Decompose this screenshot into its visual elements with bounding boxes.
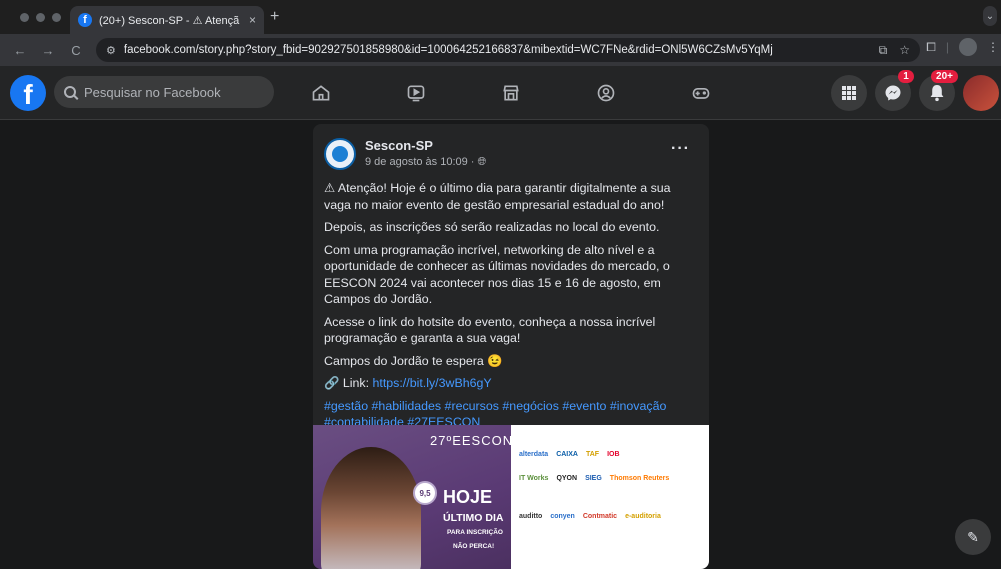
post-paragraph: Acesse o link do hotsite do evento, conh… [324, 314, 656, 346]
minimize-window-button[interactable] [36, 12, 45, 22]
post-paragraph: Com uma programação incrível, networking… [324, 242, 670, 307]
maximize-window-button[interactable] [52, 12, 61, 22]
marketplace-icon[interactable] [499, 81, 523, 105]
sponsor-logo: e-auditoria [625, 513, 661, 520]
sponsor-logo: Contmatic [582, 513, 618, 520]
post-image[interactable]: 27ºEESCON 9,5 HOJE ÚLTIMO DIA PARA INSCR… [313, 425, 709, 569]
sponsor-logo: QYON [556, 475, 578, 482]
banner-nao-perca: NÃO PERCA! [453, 543, 495, 550]
sponsors-row: auditto conyen Contmatic e-auditoria [519, 513, 661, 520]
gaming-icon[interactable] [689, 81, 713, 105]
main-feed: Sescon-SP 9 de agosto às 10:09 · 🌐︎ ··· … [0, 121, 1001, 569]
sponsors-row: IT Works QYON SIEG Thomson Reuters [519, 475, 669, 482]
menu-grid-button[interactable] [831, 75, 867, 111]
bookmark-star-icon[interactable]: ☆ [899, 43, 910, 58]
groups-icon[interactable] [594, 81, 618, 105]
post-paragraph: ⚠ Atenção! Hoje é o último dia para gara… [324, 181, 671, 212]
facebook-search[interactable] [54, 76, 274, 108]
event-banner-image: 27ºEESCON 9,5 HOJE ÚLTIMO DIA PARA INSCR… [313, 425, 511, 569]
post-paragraph: Campos do Jordão te espera 😉 [324, 353, 503, 368]
sponsor-logo: TAF [585, 451, 600, 458]
post-more-options-button[interactable]: ··· [671, 140, 690, 158]
messenger-icon [885, 85, 901, 101]
browser-tab[interactable]: f (20+) Sescon-SP - ⚠ Atençã × [70, 6, 264, 34]
banner-para-inscricao: PARA INSCRIÇÃO [447, 529, 503, 536]
bell-icon [930, 85, 944, 102]
reload-button[interactable]: C [66, 43, 86, 58]
sponsor-logo: conyen [550, 513, 575, 520]
banner-hoje: HOJE [443, 487, 493, 507]
post-timestamp[interactable]: 9 de agosto às 10:09 · 🌐︎ [365, 156, 486, 169]
extensions-icon[interactable]: ⧠ [926, 40, 936, 55]
link-prefix: 🔗 Link: [324, 376, 373, 390]
close-window-button[interactable] [20, 12, 29, 22]
grid-icon [842, 86, 856, 100]
post-header: Sescon-SP 9 de agosto às 10:09 · 🌐︎ ··· [313, 124, 709, 174]
browser-menu-icon[interactable]: ⋮ [987, 40, 999, 54]
tab-search-icon[interactable]: ⌄ [983, 6, 997, 26]
sponsor-logo: SIEG [585, 475, 602, 482]
notifications-badge: 20+ [931, 70, 958, 83]
woman-photo [321, 447, 421, 569]
post-link[interactable]: https://bit.ly/3wBh6gY [373, 376, 492, 390]
sponsor-logo: Thomson Reuters [609, 475, 670, 482]
globe-icon: 🌐︎ [477, 156, 487, 168]
sponsors-image: alterdata CAIXA TAF IOB IT Works QYON SI… [511, 425, 709, 569]
sponsor-logo: IT Works [519, 475, 549, 482]
post-text: ⚠ Atenção! Hoje é o último dia para gara… [313, 174, 709, 431]
window-controls [20, 12, 61, 22]
page-name[interactable]: Sescon-SP [365, 138, 486, 153]
sponsor-logo: IOB [607, 451, 620, 458]
profile-avatar[interactable] [963, 75, 999, 111]
new-tab-button[interactable]: + [270, 8, 279, 26]
post-paragraph: Depois, as inscrições só serão realizada… [324, 220, 660, 234]
search-icon [64, 86, 76, 98]
tab-title: (20+) Sescon-SP - ⚠ Atençã [99, 14, 240, 27]
forward-button[interactable]: → [38, 43, 58, 58]
url-text[interactable]: facebook.com/story.php?story_fbid=902927… [124, 44, 879, 56]
divider: | [945, 40, 949, 54]
browser-address-bar: ← → C ⚙ facebook.com/story.php?story_fbi… [0, 34, 1001, 66]
browser-profile-avatar[interactable] [959, 38, 977, 56]
sponsor-logo: CAIXA [556, 451, 578, 458]
compose-icon: ✎ [967, 528, 979, 545]
watch-video-icon[interactable] [404, 81, 428, 105]
sponsor-logo: alterdata [519, 451, 549, 458]
post-link-line: 🔗 Link: https://bit.ly/3wBh6gY [324, 375, 698, 392]
banner-ultimo-dia: ÚLTIMO DIA [443, 512, 504, 524]
new-message-button[interactable]: ✎ [955, 519, 991, 555]
search-input[interactable] [84, 84, 264, 100]
facebook-logo-icon[interactable]: f [10, 75, 46, 111]
browser-tab-bar: f (20+) Sescon-SP - ⚠ Atençã × + ⌄ [0, 0, 1001, 34]
post-card: Sescon-SP 9 de agosto às 10:09 · 🌐︎ ··· … [313, 124, 709, 569]
banner-brand: 27ºEESCON [430, 433, 511, 448]
facebook-top-nav: f 1 20+ [0, 66, 1001, 120]
sponsors-row: alterdata CAIXA TAF IOB [519, 451, 620, 458]
back-button[interactable]: ← [10, 43, 30, 58]
messenger-badge: 1 [898, 70, 914, 83]
rating-seal: 9,5 [413, 481, 437, 505]
messenger-button[interactable]: 1 [875, 70, 914, 111]
sponsor-logo: auditto [519, 513, 543, 520]
home-icon[interactable] [309, 81, 333, 105]
cast-icon[interactable]: ⧉ [879, 43, 888, 58]
facebook-favicon-icon: f [78, 13, 92, 27]
page-avatar[interactable] [324, 137, 356, 170]
site-settings-icon[interactable]: ⚙ [106, 44, 116, 57]
tab-close-icon[interactable]: × [249, 13, 256, 27]
url-omnibox[interactable]: ⚙ facebook.com/story.php?story_fbid=9029… [96, 38, 920, 62]
notifications-button[interactable]: 20+ [919, 70, 958, 111]
